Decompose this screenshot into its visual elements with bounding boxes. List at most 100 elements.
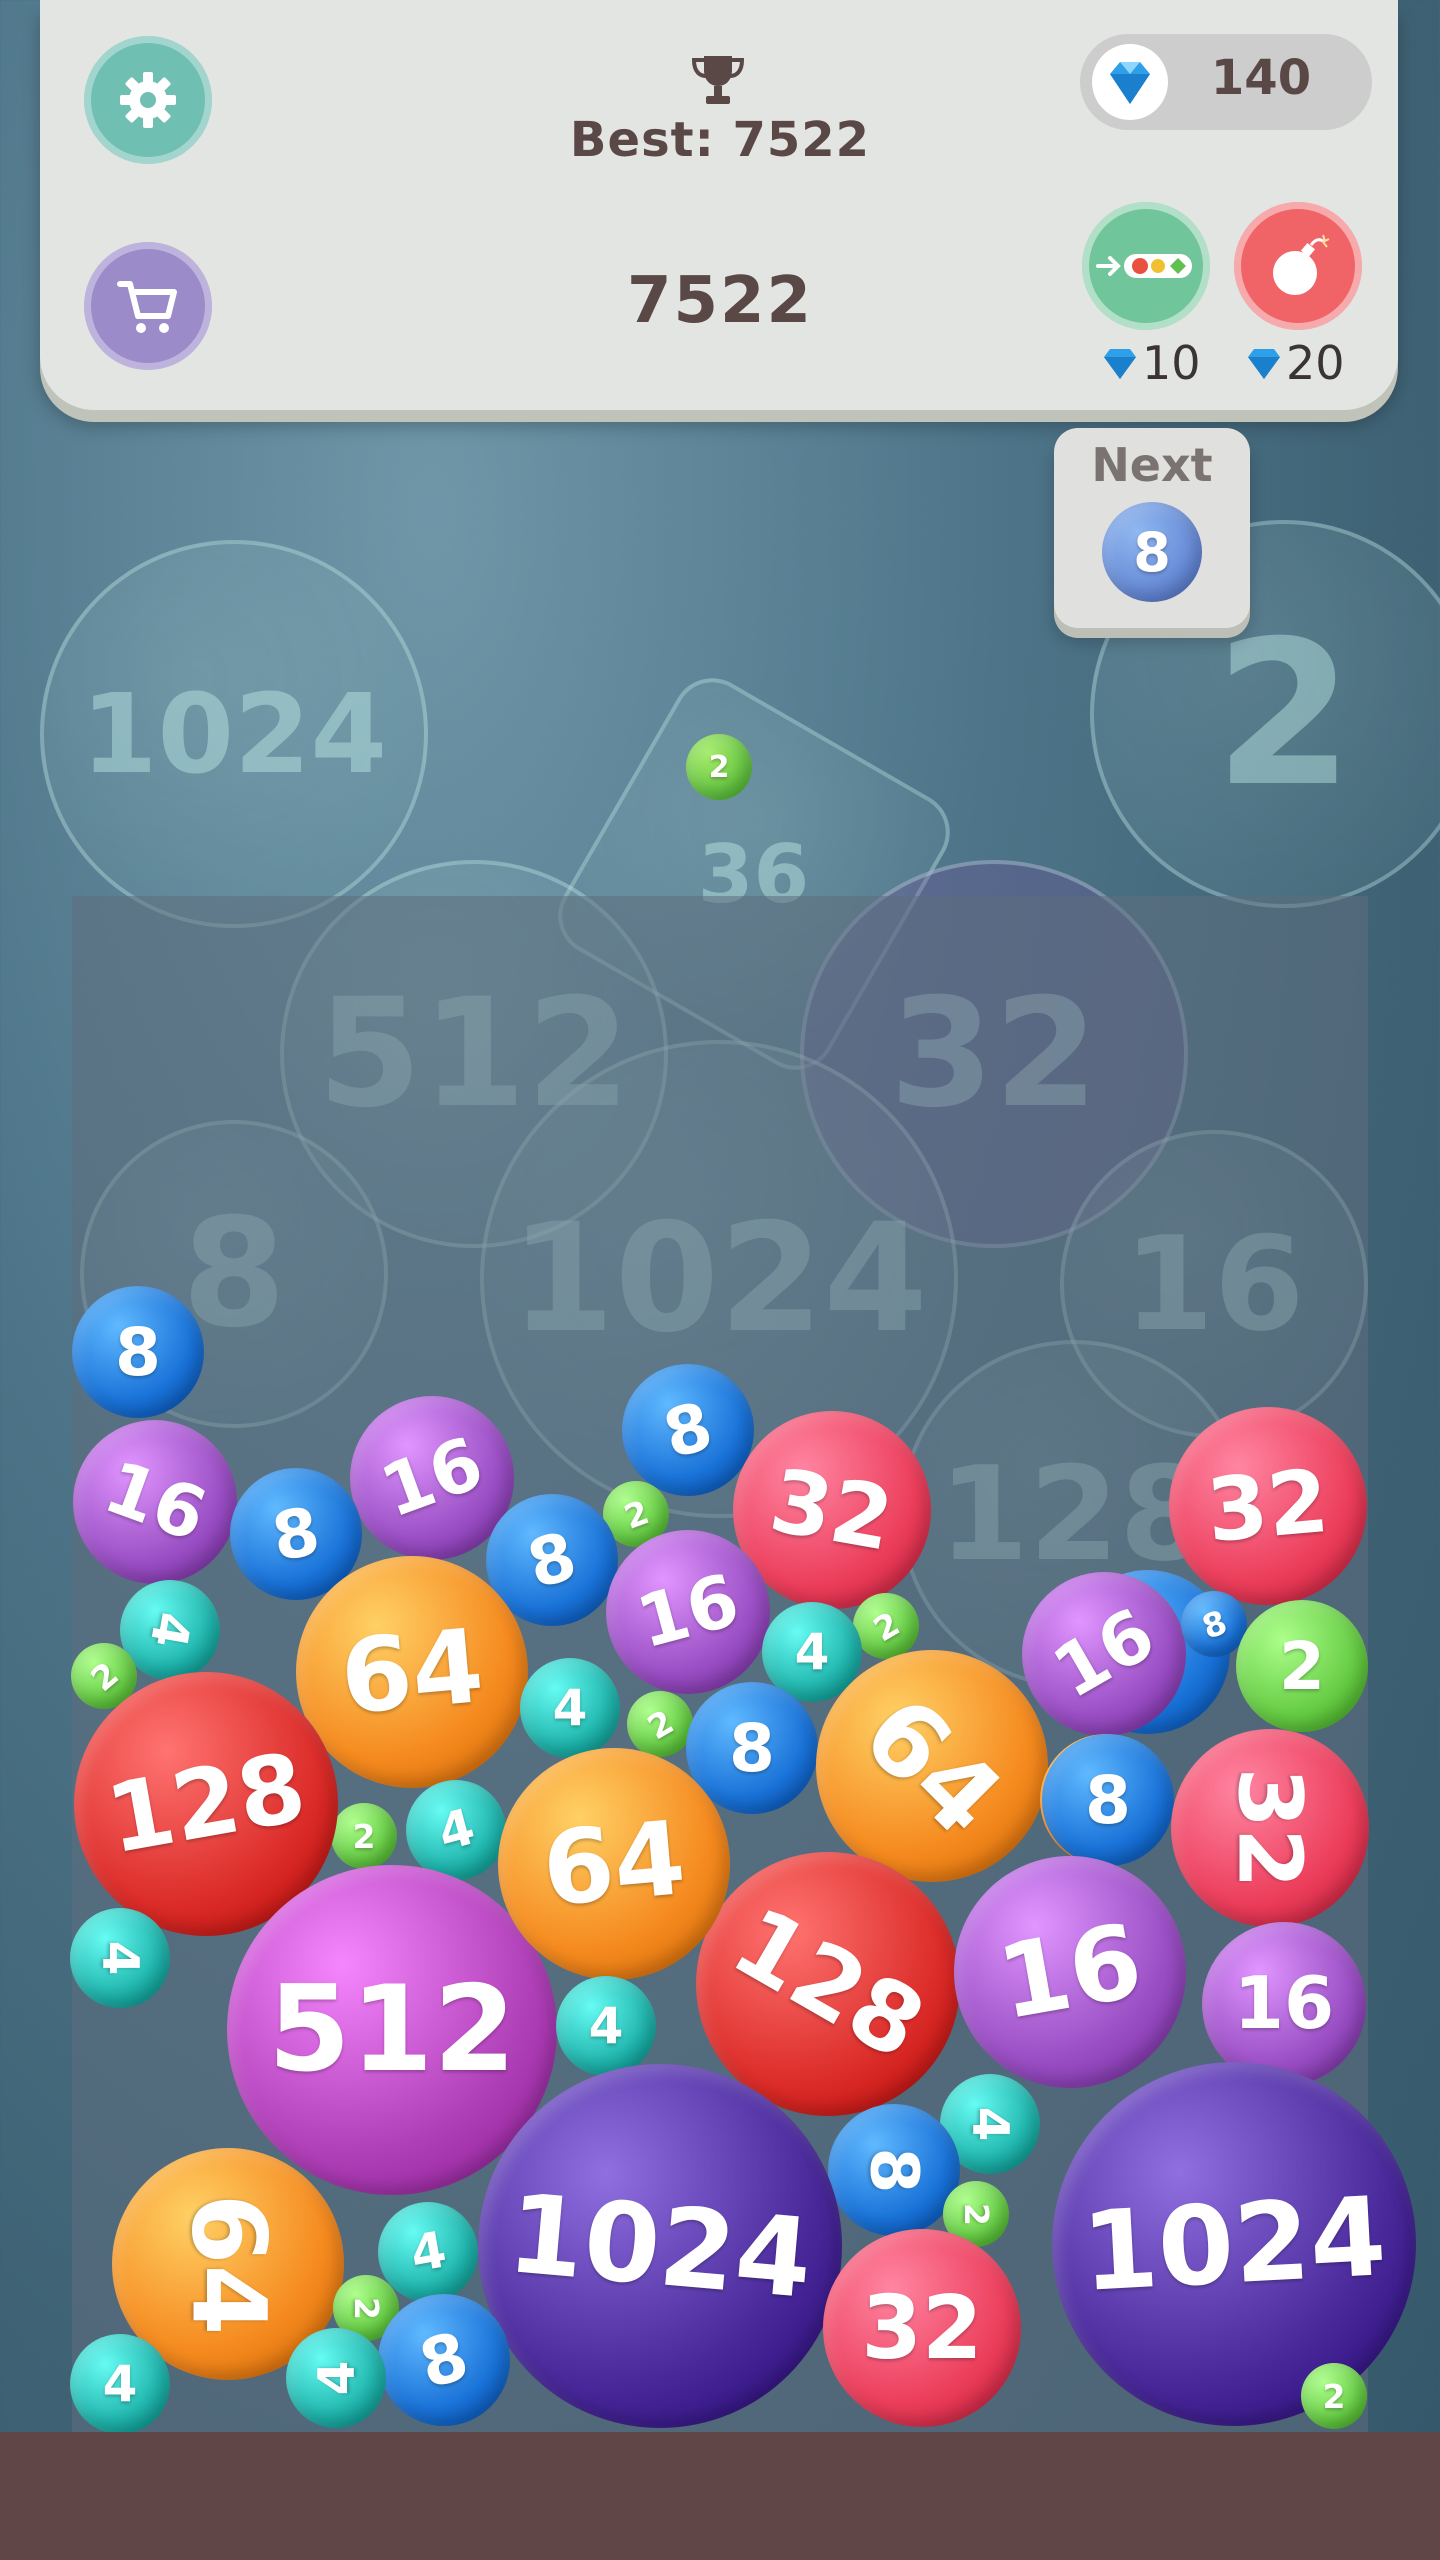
ball-value: 4: [552, 1679, 588, 1737]
ball-value: 64: [168, 2192, 288, 2336]
ball-32: 32: [823, 2229, 1021, 2427]
ball-value: 1024: [503, 2169, 817, 2323]
diamond-icon: [1092, 44, 1168, 120]
ball-value: 4: [588, 1997, 624, 2055]
next-label: Next: [1091, 438, 1213, 492]
ball-2: 2: [331, 1803, 397, 1869]
ball-value: 2: [352, 1816, 376, 1856]
ball-16: 16: [606, 1530, 770, 1694]
ball-8: 8: [622, 1364, 754, 1496]
settings-button[interactable]: [84, 36, 212, 164]
ball-value: 8: [729, 1709, 775, 1787]
next-ball-panel: Next 8: [1054, 428, 1250, 628]
ball-64: 64: [498, 1748, 730, 1980]
gear-icon: [120, 72, 176, 128]
ball-value: 2: [866, 1603, 906, 1649]
ball-value: 16: [989, 1901, 1151, 2043]
ball-value: 16: [93, 1445, 217, 1559]
bomb-powerup-button[interactable]: [1234, 202, 1362, 330]
ball-value: 1024: [1078, 2172, 1390, 2316]
ball-64: 64: [816, 1650, 1048, 1882]
ball-64: 64: [296, 1556, 528, 1788]
ball-16: 16: [1022, 1572, 1186, 1736]
ball-value: 8: [1196, 1601, 1232, 1647]
ball-1024: 1024: [1052, 2062, 1416, 2426]
ball-value: 32: [1203, 1449, 1333, 1563]
dropper-ball[interactable]: 2: [686, 734, 752, 800]
ball-value: 4: [405, 2220, 451, 2284]
ball-value: 8: [855, 2147, 933, 2193]
ball-value: 4: [102, 2355, 138, 2413]
ball-value: 2: [640, 1701, 680, 1747]
ball-value: 4: [306, 2360, 365, 2396]
ball-8: 8: [1042, 1734, 1174, 1866]
swap-cost: 10: [1100, 336, 1201, 390]
bomb-icon: [1273, 234, 1330, 295]
ball-8: 8: [378, 2294, 510, 2426]
ball-value: 8: [115, 1313, 161, 1391]
ball-2: 2: [627, 1691, 693, 1757]
diamond-icon: [1104, 349, 1136, 379]
ball-value: 4: [794, 1623, 830, 1681]
ball-value: 4: [138, 1607, 202, 1653]
ball-value: 64: [538, 1798, 690, 1930]
ball-value: 32: [861, 2277, 983, 2379]
ball-32: 32: [1171, 1729, 1369, 1927]
background-bubble: 1024: [40, 540, 428, 928]
ball-value: 32: [763, 1449, 901, 1571]
ball-4: 4: [70, 2334, 170, 2434]
trophy-icon: [691, 56, 745, 104]
swap-powerup-button[interactable]: [1082, 202, 1210, 330]
ball-1024: 1024: [478, 2064, 842, 2428]
ball-value: 16: [1233, 1962, 1335, 2046]
ball-32: 32: [1169, 1407, 1367, 1605]
ball-4: 4: [378, 2202, 478, 2302]
bomb-cost: 20: [1244, 336, 1345, 390]
ball-value: 16: [370, 1421, 494, 1535]
best-score: Best: 7522: [569, 112, 871, 168]
ball-value: 4: [90, 1940, 149, 1976]
ball-128: 128: [696, 1852, 960, 2116]
ball-value: 64: [336, 1606, 488, 1738]
ball-value: 512: [268, 1961, 516, 2099]
shop-button[interactable]: [84, 242, 212, 370]
ball-value: 4: [431, 1797, 481, 1863]
top-hud: Best: 7522 7522 140 10 20: [40, 0, 1398, 410]
ball-value: 2: [1279, 1627, 1325, 1705]
ball-4: 4: [556, 1976, 656, 2076]
ball-value: 2: [956, 2202, 996, 2226]
ball-value: 128: [98, 1732, 314, 1876]
ball-8: 8: [828, 2104, 960, 2236]
ball-value: 8: [266, 1492, 326, 1576]
ball-value: 8: [411, 2316, 477, 2404]
ball-value: 2: [618, 1491, 654, 1537]
ball-value: 8: [1085, 1761, 1131, 1839]
ball-16: 16: [954, 1856, 1186, 2088]
ball-2: 2: [853, 1593, 919, 1659]
ball-4: 4: [406, 1780, 506, 1880]
ball-value: 32: [1218, 1767, 1321, 1889]
ball-8: 8: [72, 1286, 204, 1418]
ball-16: 16: [73, 1420, 237, 1584]
cart-icon: [117, 281, 177, 333]
ball-value: 16: [1039, 1592, 1169, 1716]
ball-value: 4: [960, 2106, 1019, 2142]
gem-count: 140: [1210, 50, 1312, 106]
ball-value: 2: [1322, 2376, 1346, 2416]
ball-4: 4: [286, 2328, 386, 2428]
ball-value: 64: [839, 1673, 1025, 1859]
ball-value: 2: [346, 2296, 386, 2320]
ball-2: 2: [1301, 2363, 1367, 2429]
floor: [0, 2432, 1440, 2560]
current-score: 7522: [626, 264, 814, 338]
ball-4: 4: [70, 1908, 170, 2008]
ball-8: 8: [1181, 1591, 1247, 1657]
ball-value: 128: [714, 1886, 942, 2082]
swap-icon: [1096, 254, 1192, 278]
ball-2: 2: [1236, 1600, 1368, 1732]
ball-4: 4: [520, 1658, 620, 1758]
ball-value: 8: [655, 1386, 721, 1474]
diamond-icon: [1248, 349, 1280, 379]
ball-value: 8: [519, 1516, 585, 1604]
ball-value: 2: [82, 1653, 126, 1699]
